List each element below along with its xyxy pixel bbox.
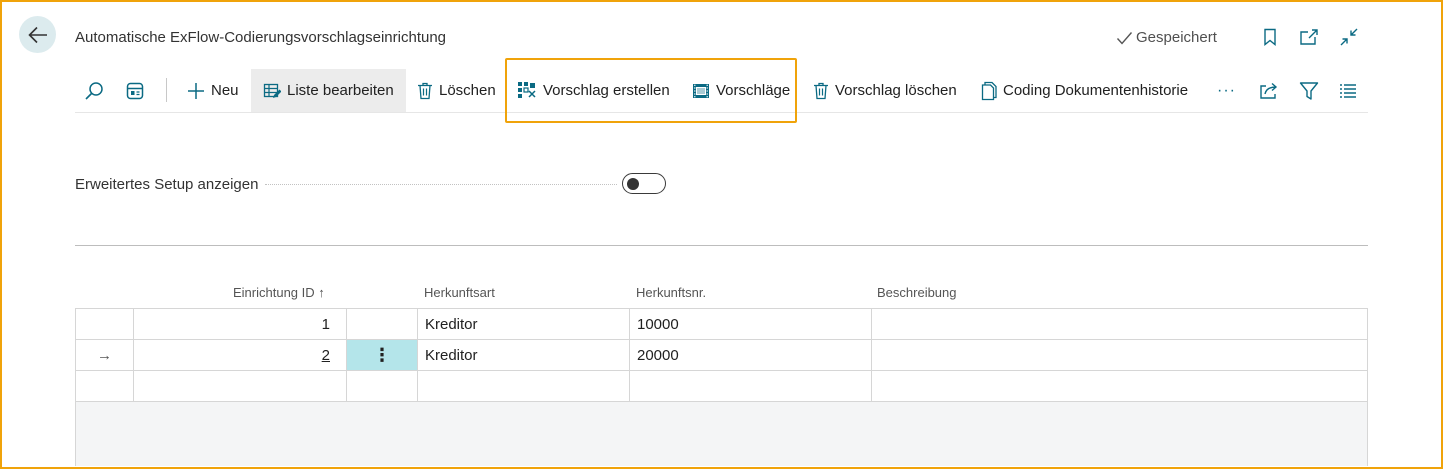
delete-suggestion-label: Vorschlag löschen — [835, 82, 957, 99]
list-icon — [1340, 83, 1356, 98]
row-menu-cell[interactable] — [347, 309, 418, 339]
description-cell[interactable] — [872, 371, 1367, 401]
label-leader-dots — [265, 184, 617, 185]
toggle-knob — [627, 177, 639, 190]
table-row-new[interactable] — [76, 371, 1367, 402]
collapse-icon — [1340, 28, 1358, 46]
column-header-origin-no[interactable]: Herkunftsnr. — [636, 285, 706, 300]
origin-no-cell[interactable] — [630, 371, 872, 401]
description-cell[interactable] — [872, 309, 1367, 339]
column-header-description[interactable]: Beschreibung — [877, 285, 957, 300]
document-history-label: Coding Dokumentenhistorie — [1003, 82, 1189, 99]
origin-no-cell[interactable]: 10000 — [630, 309, 872, 339]
delete-suggestion-button[interactable]: Vorschlag löschen — [813, 69, 957, 112]
origin-type-cell[interactable]: Kreditor — [418, 340, 630, 370]
delete-button[interactable]: Löschen — [417, 69, 496, 112]
data-grid: 1 Kreditor 10000 → 2 ⋮ Kreditor 20000 — [75, 308, 1368, 466]
suggestion-create-icon — [518, 81, 536, 98]
checkmark-icon — [1116, 31, 1133, 45]
more-options-button[interactable]: ··· — [1217, 69, 1236, 112]
advanced-setup-label: Erweitertes Setup anzeigen — [75, 176, 259, 193]
page-title: Automatische ExFlow-Codierungsvorschlags… — [75, 29, 447, 46]
row-marker — [76, 309, 134, 339]
table-row[interactable]: 1 Kreditor 10000 — [76, 309, 1367, 340]
edit-list-button[interactable]: Liste bearbeiten — [251, 69, 406, 112]
new-button[interactable]: Neu — [187, 69, 239, 112]
bookmark-icon — [1264, 28, 1276, 46]
share-icon — [1260, 82, 1278, 99]
trash-icon — [418, 82, 432, 99]
view-layout-button[interactable] — [125, 69, 145, 112]
advanced-setup-toggle[interactable] — [622, 173, 666, 194]
origin-type-cell[interactable]: Kreditor — [418, 309, 630, 339]
suggestions-button[interactable]: Vorschläge — [692, 69, 790, 112]
delete-button-label: Löschen — [439, 82, 496, 99]
row-menu-cell[interactable] — [347, 371, 418, 401]
toolbar-separator — [166, 78, 167, 102]
setup-id-link[interactable]: 2 — [322, 347, 330, 364]
open-new-window-icon — [1300, 29, 1318, 45]
saved-status: Gespeichert — [1116, 29, 1217, 46]
action-bar: Neu Liste bearbeiten Löschen Vorschlag e… — [75, 69, 1368, 113]
trash-icon — [814, 82, 828, 99]
create-suggestion-label: Vorschlag erstellen — [543, 82, 670, 99]
setup-id-cell[interactable] — [134, 371, 347, 401]
saved-status-label: Gespeichert — [1136, 29, 1217, 46]
bookmark-button[interactable] — [1259, 26, 1281, 48]
suggestions-label: Vorschläge — [716, 82, 791, 99]
edit-list-label: Liste bearbeiten — [287, 82, 394, 99]
search-button[interactable] — [84, 69, 104, 112]
view-layout-icon — [126, 82, 144, 99]
sort-ascending-icon: ↑ — [318, 285, 325, 300]
open-new-window-button[interactable] — [1298, 26, 1320, 48]
back-arrow-icon — [27, 26, 47, 43]
new-button-label: Neu — [211, 82, 239, 99]
list-view-button[interactable] — [1339, 69, 1357, 112]
section-divider — [75, 245, 1368, 246]
document-history-button[interactable]: Coding Dokumentenhistorie — [981, 69, 1188, 112]
document-icon — [981, 81, 997, 100]
table-row[interactable]: → 2 ⋮ Kreditor 20000 — [76, 340, 1367, 371]
description-cell[interactable] — [872, 340, 1367, 370]
edit-list-icon — [263, 83, 281, 98]
setup-id-cell[interactable]: 1 — [134, 309, 347, 339]
collapse-button[interactable] — [1338, 26, 1360, 48]
column-header-origin-type[interactable]: Herkunftsart — [424, 285, 495, 300]
search-icon — [85, 81, 103, 100]
origin-no-cell[interactable]: 20000 — [630, 340, 872, 370]
plus-icon — [188, 82, 204, 99]
current-row-arrow-icon: → — [76, 340, 134, 370]
filter-button[interactable] — [1299, 69, 1319, 112]
share-button[interactable] — [1259, 69, 1279, 112]
filter-icon — [1299, 81, 1319, 100]
column-header-setup-id-label: Einrichtung ID — [233, 285, 315, 300]
setup-id-cell[interactable]: 2 — [134, 340, 347, 370]
row-actions-menu-icon[interactable]: ⋮ — [347, 340, 418, 370]
origin-type-cell[interactable] — [418, 371, 630, 401]
row-marker — [76, 371, 134, 401]
create-suggestion-button[interactable]: Vorschlag erstellen — [517, 69, 670, 112]
column-header-setup-id[interactable]: Einrichtung ID ↑ — [233, 285, 325, 300]
back-button[interactable] — [19, 16, 56, 53]
suggestions-film-icon — [693, 83, 709, 98]
